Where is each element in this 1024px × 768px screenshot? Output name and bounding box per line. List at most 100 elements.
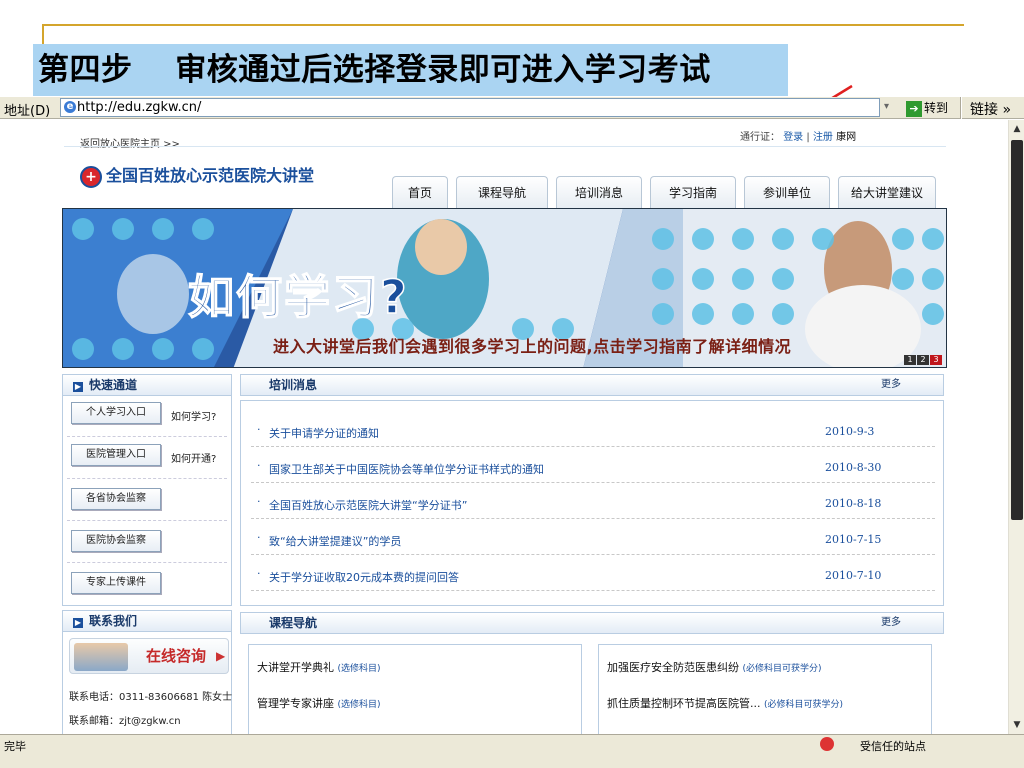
header-divider	[64, 146, 946, 147]
scroll-down-icon[interactable]: ▼	[1010, 718, 1024, 732]
how-to-study-link[interactable]: 如何学习?	[171, 408, 216, 423]
ie-page-icon: e	[64, 101, 76, 113]
register-link[interactable]: 注册	[813, 132, 833, 143]
dropdown-arrow-icon[interactable]: ▾	[884, 101, 889, 112]
how-to-open-link[interactable]: 如何开通?	[171, 450, 216, 465]
course-tag: (选修科目)	[337, 700, 381, 710]
nav-home[interactable]: 首页	[392, 176, 448, 208]
hospital-admin-button[interactable]: 医院管理入口	[71, 444, 161, 466]
province-supervision-button[interactable]: 各省协会监察	[71, 488, 161, 510]
row-divider	[67, 478, 227, 479]
scroll-up-icon[interactable]: ▲	[1010, 122, 1024, 136]
login-strip: 通行证： 登录 | 注册 康网	[740, 128, 856, 143]
security-zone-icon	[820, 737, 834, 751]
row-divider	[67, 520, 227, 521]
courses-title: 课程导航	[269, 616, 318, 630]
row-divider	[67, 436, 227, 437]
address-bar: 地址(D) e http://edu.zgkw.cn/ ▾ ➔ 转到 链接 »	[0, 97, 1024, 119]
go-arrow-icon: ➔	[906, 100, 922, 117]
bullet-icon: ·	[257, 423, 261, 436]
toolbar-separator	[960, 97, 962, 119]
slide-title: 第四步 审核通过后选择登录即可进入学习考试	[33, 44, 788, 96]
news-item-title[interactable]: 关于学分证收取20元成本费的提问回答	[269, 569, 459, 585]
section-marker-icon: ▶	[73, 618, 83, 628]
course-list-left: 大讲堂开学典礼 (选修科目) 管理学专家讲座 (选修科目)	[248, 644, 582, 734]
news-item[interactable]: · 全国百姓放心示范医院大讲堂“学分证书” 2010-8-18	[251, 483, 935, 519]
course-tag: (选修科目)	[337, 664, 381, 674]
course-item[interactable]: 加强医疗安全防范医患纠纷 (必修科目可获学分)	[607, 659, 822, 675]
news-item-date: 2010-7-15	[825, 533, 882, 546]
status-done-text: 完毕	[4, 740, 26, 753]
address-input[interactable]: e http://edu.zgkw.cn/	[60, 98, 880, 117]
site-logo[interactable]: + 全国百姓放心示范医院大讲堂	[80, 162, 314, 188]
nav-news[interactable]: 培训消息	[556, 176, 642, 208]
return-home-link[interactable]: 返回放心医院主页 >>	[80, 135, 180, 150]
nav-units[interactable]: 参训单位	[744, 176, 830, 208]
news-title: 培训消息	[269, 378, 318, 392]
course-item[interactable]: 抓住质量控制环节提高医院管... (必修科目可获学分)	[607, 695, 843, 711]
course-list-right: 加强医疗安全防范医患纠纷 (必修科目可获学分) 抓住质量控制环节提高医院管...…	[598, 644, 932, 734]
news-more-link[interactable]: 更多	[881, 375, 901, 395]
news-item-date: 2010-7-10	[825, 569, 882, 582]
login-link[interactable]: 登录	[783, 132, 803, 143]
browser-viewport: 返回放心医院主页 >> 通行证： 登录 | 注册 康网 + 全国百姓放心示范医院大…	[0, 120, 1008, 734]
news-item-date: 2010-8-30	[825, 461, 882, 474]
go-button[interactable]: ➔ 转到	[906, 99, 948, 117]
trusted-zone-text: 受信任的站点	[860, 740, 926, 753]
contact-email: 联系邮箱：zjt@zgkw.cn	[69, 716, 181, 727]
course-item[interactable]: 管理学专家讲座 (选修科目)	[257, 695, 381, 711]
slide-left-rule	[42, 24, 44, 44]
news-item-title[interactable]: 关于申请学分证的通知	[269, 425, 379, 441]
partner-link[interactable]: 康网	[836, 132, 856, 143]
news-item[interactable]: · 国家卫生部关于中国医院协会等单位学分证书样式的通知 2010-8-30	[251, 447, 935, 483]
links-button[interactable]: 链接 »	[970, 99, 1011, 119]
logo-text: 全国百姓放心示范医院大讲堂	[106, 166, 315, 185]
nav-courses[interactable]: 课程导航	[456, 176, 548, 208]
news-item-title[interactable]: 致“给大讲堂提建议”的学员	[269, 533, 401, 549]
course-name[interactable]: 管理学专家讲座	[257, 697, 334, 710]
expert-upload-button[interactable]: 专家上传课件	[71, 572, 161, 594]
go-label: 转到	[924, 101, 949, 115]
course-name[interactable]: 加强医疗安全防范医患纠纷	[607, 661, 739, 674]
nav-guide[interactable]: 学习指南	[650, 176, 736, 208]
course-item[interactable]: 大讲堂开学典礼 (选修科目)	[257, 659, 381, 675]
nav-suggest[interactable]: 给大讲堂建议	[838, 176, 936, 208]
news-item[interactable]: · 关于学分证收取20元成本费的提问回答 2010-7-10	[251, 555, 935, 591]
contact-box: 在线咨询 ▶ 联系电话：0311-83606681 陈女士 联系邮箱：zjt@z…	[62, 632, 232, 734]
news-item-title[interactable]: 国家卫生部关于中国医院协会等单位学分证书样式的通知	[269, 461, 544, 477]
news-item[interactable]: · 关于申请学分证的通知 2010-9-3	[251, 411, 935, 447]
personal-study-button[interactable]: 个人学习入口	[71, 402, 161, 424]
contact-header: ▶ 联系我们	[62, 610, 232, 632]
banner-page-2[interactable]: 2	[917, 355, 929, 365]
bullet-icon: ·	[257, 531, 261, 544]
banner-headline: 如何学习?	[187, 269, 409, 325]
row-divider	[67, 562, 227, 563]
online-consult-button[interactable]: 在线咨询 ▶	[69, 638, 229, 674]
scroll-thumb[interactable]	[1011, 140, 1023, 520]
banner[interactable]: 如何学习? 进入大讲堂后我们会遇到很多学习上的问题,点击学习指南了解详细情况 1…	[62, 208, 947, 368]
banner-pager: 123	[903, 355, 942, 365]
course-name[interactable]: 大讲堂开学典礼	[257, 661, 334, 674]
address-label: 地址(D)	[4, 104, 51, 119]
course-tag: (必修科目可获学分)	[764, 700, 844, 710]
courses-box: 大讲堂开学典礼 (选修科目) 管理学专家讲座 (选修科目) 加强医疗安全防范医患…	[240, 634, 944, 734]
chevron-right-icon: ▶	[216, 649, 226, 663]
news-item[interactable]: · 致“给大讲堂提建议”的学员 2010-7-15	[251, 519, 935, 555]
quick-channel-header: ▶ 快速通道	[62, 374, 232, 396]
banner-page-3[interactable]: 3	[930, 355, 942, 365]
news-item-title[interactable]: 全国百姓放心示范医院大讲堂“学分证书”	[269, 497, 467, 513]
hospital-supervision-button[interactable]: 医院协会监察	[71, 530, 161, 552]
quick-channel-title: 快速通道	[89, 378, 138, 392]
contact-title: 联系我们	[89, 614, 138, 628]
online-consult-label: 在线咨询	[146, 647, 207, 665]
contact-phone: 联系电话：0311-83606681 陈女士	[69, 692, 233, 703]
course-name[interactable]: 抓住质量控制环节提高医院管...	[607, 697, 761, 710]
quick-channel-box: 个人学习入口 如何学习? 医院管理入口 如何开通? 各省协会监察 医院协会监察 …	[62, 396, 232, 606]
address-url: http://edu.zgkw.cn/	[77, 100, 202, 115]
news-item-date: 2010-8-18	[825, 497, 882, 510]
news-box: · 关于申请学分证的通知 2010-9-3 · 国家卫生部关于中国医院协会等单位学分证…	[240, 400, 944, 606]
banner-page-1[interactable]: 1	[904, 355, 916, 365]
courses-more-link[interactable]: 更多	[881, 613, 901, 633]
vertical-scrollbar[interactable]: ▲ ▼	[1008, 120, 1024, 734]
slide-top-rule	[42, 24, 964, 26]
